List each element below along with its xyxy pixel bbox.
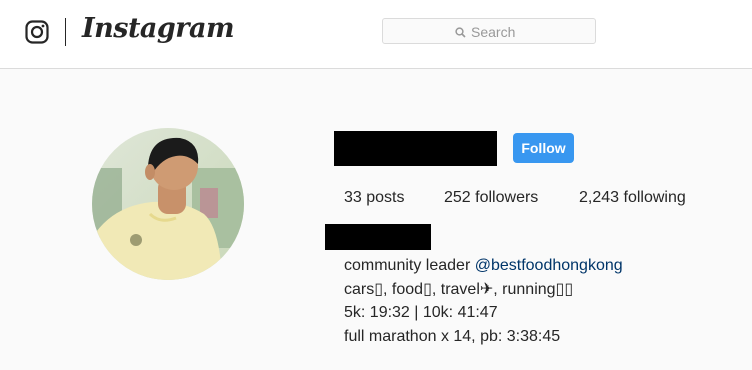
profile-bio: community leader @bestfoodhongkong cars▯… — [344, 254, 623, 348]
bio-line-1: community leader @bestfoodhongkong — [344, 254, 623, 278]
bio-line-3: 5k: 19:32 | 10k: 41:47 — [344, 304, 498, 321]
top-navigation-bar: Instagram Search — [0, 0, 752, 69]
instagram-camera-icon[interactable] — [25, 20, 49, 44]
redacted-full-name — [325, 224, 431, 250]
followers-value: 252 — [444, 189, 471, 206]
bio-line-4: full marathon x 14, pb: 3:38:45 — [344, 327, 561, 345]
search-icon — [455, 26, 466, 38]
bio-text: community leader — [344, 257, 475, 274]
posts-count: 33 posts — [344, 189, 405, 207]
search-placeholder: Search — [471, 24, 516, 40]
follow-button[interactable]: Follow — [513, 133, 574, 163]
logo-divider — [65, 18, 66, 46]
following-value: 2,243 — [579, 189, 620, 206]
search-input[interactable]: Search — [382, 18, 596, 44]
following-count[interactable]: 2,243 following — [579, 189, 686, 207]
followers-label: followers — [475, 189, 539, 206]
instagram-wordmark-logo[interactable]: Instagram — [82, 13, 235, 44]
redacted-username — [334, 131, 497, 166]
followers-count[interactable]: 252 followers — [444, 189, 538, 207]
bio-mention-link[interactable]: @bestfoodhongkong — [475, 257, 623, 274]
posts-label: posts — [366, 189, 405, 206]
following-label: following — [623, 189, 686, 206]
bio-line-2: cars▯, food▯, travel✈, running▯▯ — [344, 280, 574, 298]
profile-avatar[interactable] — [92, 128, 244, 280]
posts-value: 33 — [344, 189, 362, 206]
